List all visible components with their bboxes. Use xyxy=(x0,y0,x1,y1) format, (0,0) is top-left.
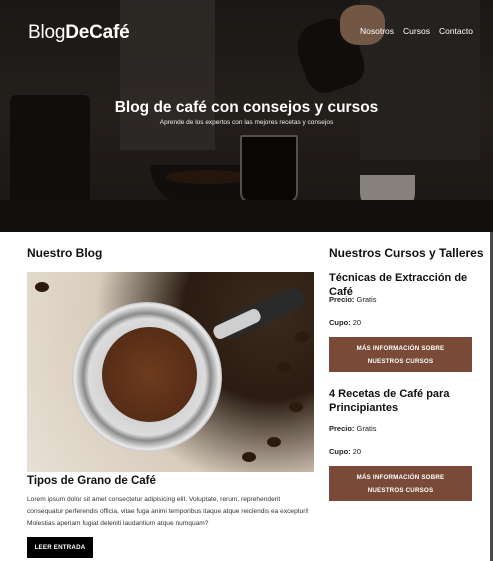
blog-post-image[interactable] xyxy=(27,272,314,472)
quota-label: Cupo: xyxy=(329,447,351,456)
course-price: Precio: Gratis xyxy=(329,295,377,304)
course-info-button[interactable]: MÁS INFORMACIÓN SOBRE NUESTROS CURSOS xyxy=(329,337,472,372)
course-quota: Cupo: 20 xyxy=(329,447,361,456)
site-logo[interactable]: BlogDeCafé xyxy=(28,22,130,44)
hero-subtitle: Aprende de los expertos con las mejores … xyxy=(159,119,334,126)
coffee-grounds xyxy=(102,327,197,422)
hero-title: Blog de café con consejos y cursos xyxy=(114,99,379,116)
quota-label: Cupo: xyxy=(329,318,351,327)
course-quota: Cupo: 20 xyxy=(329,318,361,327)
course-title: 4 Recetas de Café para Principiantes xyxy=(329,388,450,414)
course-info-button[interactable]: MÁS INFORMACIÓN SOBRE NUESTROS CURSOS xyxy=(329,466,472,501)
blog-section-title: Nuestro Blog xyxy=(27,246,103,260)
price-value: Gratis xyxy=(356,424,377,433)
logo-bold: DeCafé xyxy=(65,22,130,43)
read-post-button[interactable]: LEER ENTRADA xyxy=(27,537,93,558)
quota-value: 20 xyxy=(352,447,362,456)
logo-light: Blog xyxy=(28,22,66,43)
nav-link-cursos[interactable]: Cursos xyxy=(403,26,430,36)
course-price: Precio: Gratis xyxy=(329,424,377,433)
blog-post-excerpt: Lorem ipsum dolor sit amet consectetur a… xyxy=(27,496,309,527)
coffee-bean xyxy=(242,452,256,462)
courses-section-title: Nuestros Cursos y Talleres xyxy=(329,246,484,260)
price-label: Precio: xyxy=(329,424,355,433)
nav-link-nosotros[interactable]: Nosotros xyxy=(360,26,394,36)
nav-link-contacto[interactable]: Contacto xyxy=(439,26,473,36)
price-label: Precio: xyxy=(329,295,355,304)
main-nav: Nosotros Cursos Contacto xyxy=(360,26,473,36)
coffee-bean xyxy=(35,282,49,292)
hero-banner: BlogDeCafé Nosotros Cursos Contacto Blog… xyxy=(0,0,493,232)
coffee-bean xyxy=(277,362,291,372)
coffee-bean xyxy=(289,402,303,412)
blog-post-title[interactable]: Tipos de Grano de Café xyxy=(27,475,156,487)
quota-value: 20 xyxy=(352,318,362,327)
coffee-bean xyxy=(295,332,309,342)
price-value: Gratis xyxy=(356,295,377,304)
coffee-bean xyxy=(267,437,281,447)
